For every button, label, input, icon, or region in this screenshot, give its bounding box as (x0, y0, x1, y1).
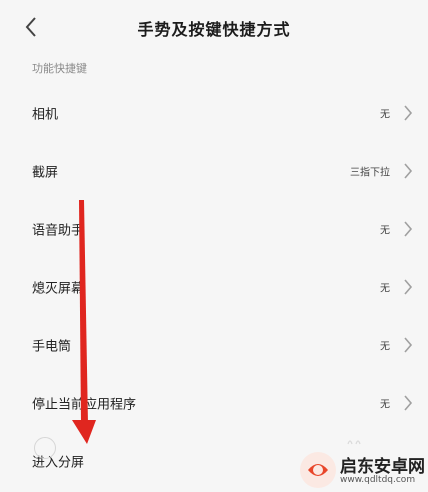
item-value: 无 (380, 399, 390, 411)
touch-indicator (34, 437, 56, 459)
list-item-screen-off[interactable]: 熄灭屏幕 无 (0, 258, 428, 316)
faint-icon (347, 440, 361, 445)
list-item-screenshot[interactable]: 截屏 三指下拉 (0, 142, 428, 200)
item-label: 语音助手 (32, 223, 85, 239)
item-value: 无 (380, 341, 390, 353)
item-label: 手电筒 (32, 339, 72, 355)
item-value: 无 (380, 283, 390, 295)
watermark: 启东安卓网 www.qdltdq.com (296, 448, 428, 492)
top-bar: 手势及按键快捷方式 (0, 0, 428, 58)
list-item-stop-app[interactable]: 停止当前应用程序 无 (0, 374, 428, 432)
item-label: 熄灭屏幕 (32, 281, 85, 297)
item-label: 截屏 (32, 165, 59, 181)
chevron-right-icon (402, 220, 414, 238)
list-item-flashlight[interactable]: 手电筒 无 (0, 316, 428, 374)
item-value: 无 (380, 225, 390, 237)
chevron-right-icon (402, 278, 414, 296)
item-value: 无 (380, 109, 390, 121)
item-value: 三指下拉 (350, 167, 390, 179)
chevron-right-icon (402, 162, 414, 180)
section-label: 功能快捷键 (32, 62, 87, 75)
item-label: 停止当前应用程序 (32, 397, 137, 413)
watermark-url: www.qdltdq.com (340, 475, 416, 485)
chevron-right-icon (402, 394, 414, 412)
chevron-right-icon (402, 336, 414, 354)
chevron-right-icon (402, 104, 414, 122)
watermark-title: 启东安卓网 (340, 457, 425, 477)
watermark-logo-icon (300, 452, 336, 488)
list-item-voice-assistant[interactable]: 语音助手 无 (0, 200, 428, 258)
item-label: 相机 (32, 107, 59, 123)
list-item-camera[interactable]: 相机 无 (0, 84, 428, 142)
page-title: 手势及按键快捷方式 (137, 20, 291, 39)
